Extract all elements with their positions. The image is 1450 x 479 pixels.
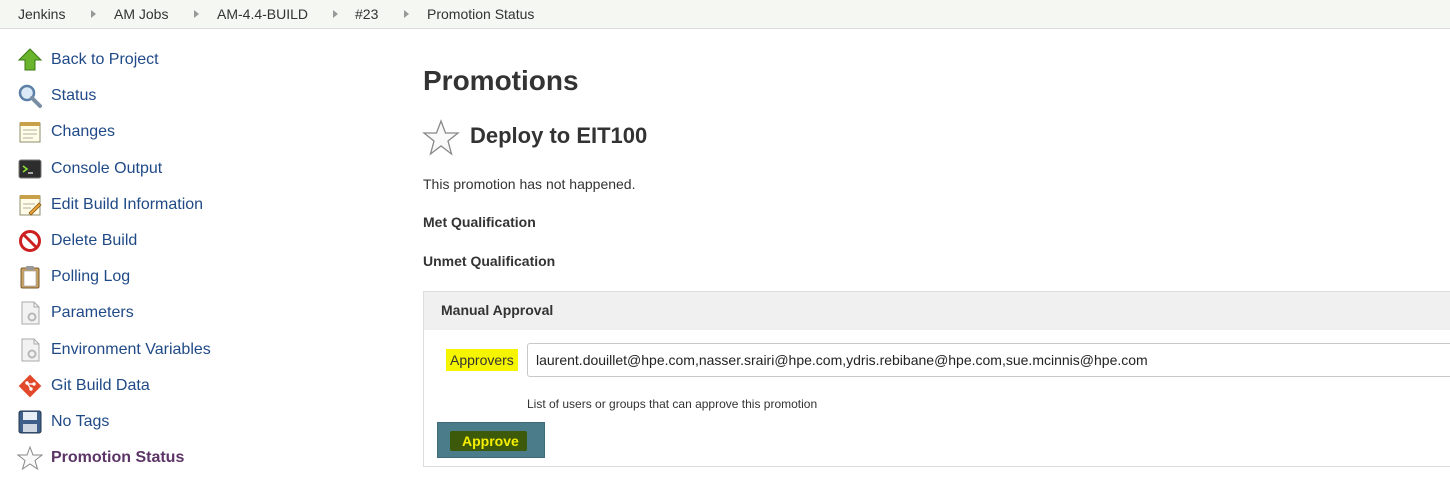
promotion-status-text: This promotion has not happened. <box>423 176 636 192</box>
sidebar-item-changes[interactable]: Changes <box>17 119 347 145</box>
approvers-label: Approvers <box>446 349 518 371</box>
notepad-icon <box>19 122 41 143</box>
approve-button[interactable]: Approve <box>437 422 545 458</box>
sidebar-item-back-to-project[interactable]: Back to Project <box>17 47 347 73</box>
sidebar-item-status[interactable]: Status <box>17 83 347 109</box>
sidebar-item-label: Changes <box>51 123 116 140</box>
sidebar-item-label: Polling Log <box>51 268 131 285</box>
promotion-name: Deploy to EIT100 <box>470 123 648 148</box>
manual-approval-header: Manual Approval <box>424 292 1450 330</box>
floppy-disk-icon <box>18 410 42 434</box>
sidebar-item-promotion-status[interactable]: Promotion Status <box>17 445 347 471</box>
unmet-qualification-heading: Unmet Qualification <box>423 253 556 269</box>
clipboard-icon <box>20 266 40 289</box>
met-qualification-heading: Met Qualification <box>423 214 536 230</box>
document-gear-icon <box>21 338 40 362</box>
breadcrumb-separator-icon <box>194 10 199 18</box>
sidebar-item-git-build-data[interactable]: Git Build Data <box>17 373 347 399</box>
sidebar-item-edit-build-information[interactable]: Edit Build Information <box>17 192 347 218</box>
sidebar-item-label: Parameters <box>51 304 134 321</box>
sidebar-item-console-output[interactable]: Console Output <box>17 156 347 182</box>
sidebar-item-label: Promotion Status <box>51 449 185 466</box>
manual-approval-title: Manual Approval <box>441 302 554 318</box>
sidebar-item-environment-variables[interactable]: Environment Variables <box>17 337 347 363</box>
notepad-edit-icon <box>19 195 42 216</box>
sidebar-item-label: No Tags <box>51 413 110 430</box>
sidebar-item-parameters[interactable]: Parameters <box>17 300 347 326</box>
breadcrumb-separator-icon <box>333 10 338 18</box>
sidebar-item-label: Environment Variables <box>51 341 211 358</box>
breadcrumb-build[interactable]: #23 <box>355 6 378 22</box>
no-entry-icon <box>19 230 41 252</box>
approve-button-label: Approve <box>450 431 527 451</box>
sidebar-item-label: Delete Build <box>51 232 138 249</box>
sidebar-item-label: Edit Build Information <box>51 196 204 213</box>
document-gear-icon <box>21 301 40 325</box>
page-title: Promotions <box>423 65 579 96</box>
breadcrumb-promotion-status[interactable]: Promotion Status <box>427 6 534 22</box>
git-icon <box>18 374 42 398</box>
sidebar-item-no-tags[interactable]: No Tags <box>17 409 347 435</box>
magnifier-icon <box>18 84 42 108</box>
breadcrumb-am-jobs[interactable]: AM Jobs <box>114 6 168 22</box>
approvers-help-text: List of users or groups that can approve… <box>527 397 818 411</box>
breadcrumb-separator-icon <box>91 10 96 18</box>
breadcrumb-job[interactable]: AM-4.4-BUILD <box>217 6 308 22</box>
sidebar-item-label: Console Output <box>51 160 163 177</box>
sidebar-item-label: Back to Project <box>51 51 159 68</box>
sidebar-item-delete-build[interactable]: Delete Build <box>17 228 347 254</box>
star-icon <box>17 445 43 471</box>
breadcrumb-separator-icon <box>404 10 409 18</box>
up-arrow-icon <box>17 48 43 71</box>
sidebar-item-label: Git Build Data <box>51 377 150 394</box>
sidebar-item-polling-log[interactable]: Polling Log <box>17 264 347 290</box>
sidebar-item-label: Status <box>51 87 97 104</box>
terminal-icon <box>18 159 42 179</box>
breadcrumb-jenkins[interactable]: Jenkins <box>18 6 65 22</box>
star-icon <box>422 119 460 156</box>
breadcrumb: Jenkins AM Jobs AM-4.4-BUILD #23 Promoti… <box>0 0 1450 29</box>
manual-approval-panel: Manual Approval Approvers List of users … <box>423 291 1450 467</box>
approvers-field[interactable] <box>527 343 1450 377</box>
